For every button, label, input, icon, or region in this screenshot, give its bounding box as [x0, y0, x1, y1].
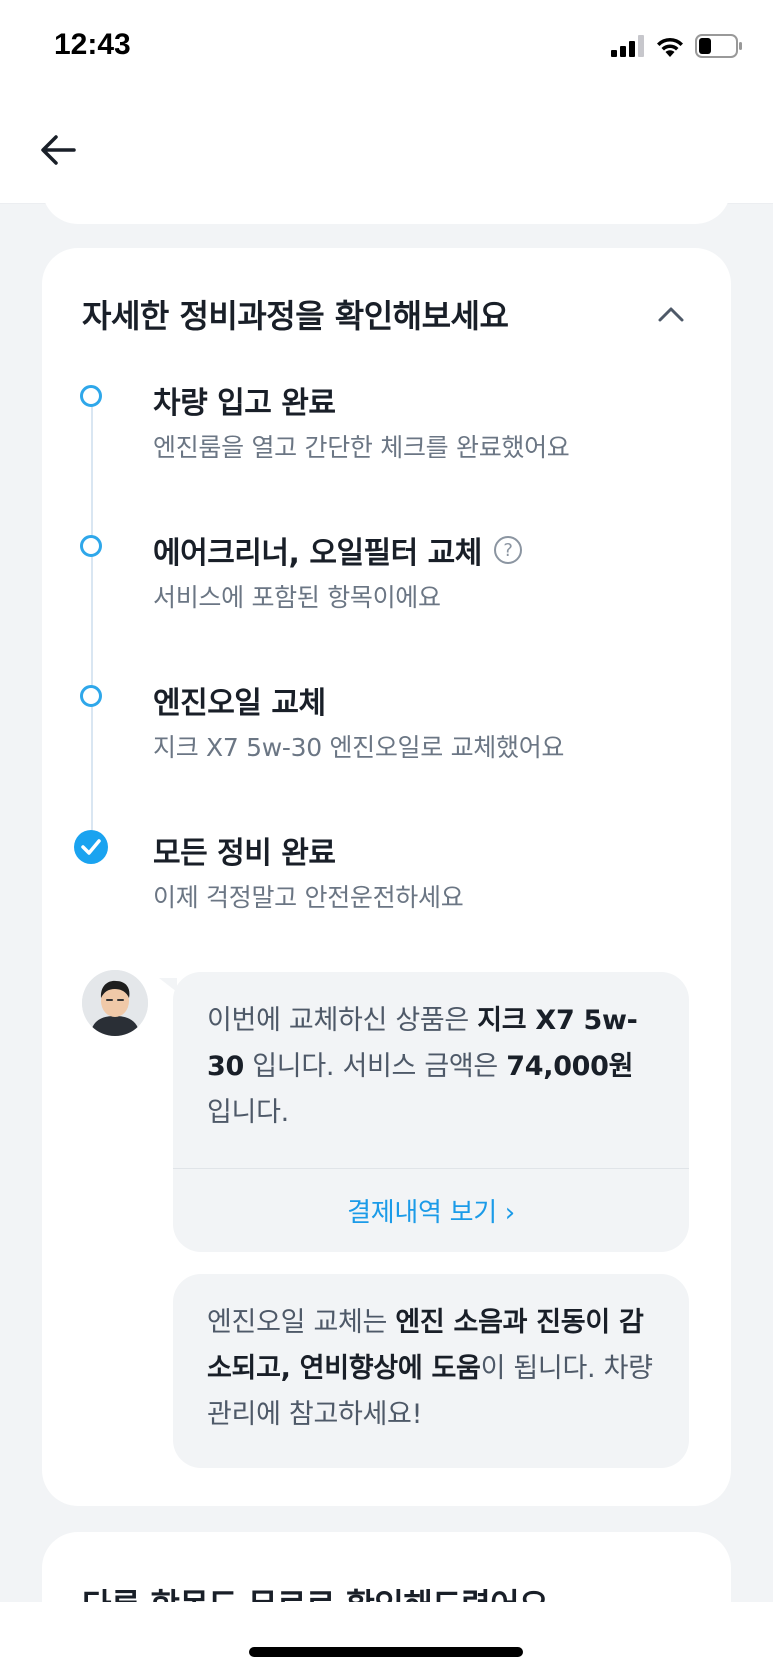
step-description: 엔진룸을 열고 간단한 체크를 완료했어요 [153, 433, 570, 462]
wifi-icon [657, 37, 683, 57]
step-description: 이제 걱정말고 안전운전하세요 [153, 883, 464, 912]
step-dot-icon [80, 535, 102, 557]
status-time: 12:43 [54, 28, 131, 61]
bottom-safe-area [0, 1602, 773, 1674]
chat-bubble-tip: 엔진오일 교체는 엔진 소음과 진동이 감소되고, 연비향상에 도움이 됩니다.… [173, 1274, 689, 1468]
step-dot-icon [80, 385, 102, 407]
bubble-message: 이번에 교체하신 상품은 지크 X7 5w-30 입니다. 서비스 금액은 74… [207, 1005, 638, 1128]
view-payment-history-link[interactable]: 결제내역 보기 › [173, 1168, 689, 1252]
signal-icon [611, 35, 644, 57]
arrow-left-icon [41, 135, 76, 165]
card-title: 자세한 정비과정을 확인해보세요 [82, 297, 509, 335]
mechanic-avatar [82, 970, 148, 1036]
step-description: 서비스에 포함된 항목이에요 [153, 583, 441, 612]
battery-icon [695, 34, 742, 58]
step-dot-icon [80, 685, 102, 707]
previous-card-bottom [42, 170, 731, 224]
home-indicator[interactable] [249, 1647, 523, 1657]
step-title: 모든 정비 완료 [153, 836, 336, 871]
card-header-toggle[interactable]: 자세한 정비과정을 확인해보세요 [82, 290, 691, 338]
status-icons [611, 34, 743, 58]
check-circle-icon [74, 830, 108, 864]
bubble-message: 엔진오일 교체는 엔진 소음과 진동이 감소되고, 연비향상에 도움이 됩니다.… [207, 1307, 653, 1430]
status-bar: 12:43 [0, 0, 773, 100]
maintenance-process-card: 자세한 정비과정을 확인해보세요 차량 입고 완료 엔진룸을 열고 간단한 체크… [42, 248, 731, 1506]
chat-bubble-price: 이번에 교체하신 상품은 지크 X7 5w-30 입니다. 서비스 금액은 74… [159, 972, 689, 1252]
step-description: 지크 X7 5w-30 엔진오일로 교체했어요 [153, 733, 565, 762]
help-icon[interactable]: ? [493, 536, 522, 564]
back-button[interactable] [34, 126, 82, 174]
step-title: 엔진오일 교체 [153, 686, 326, 721]
step-title: 에어크리너, 오일필터 교체 ? [153, 528, 522, 572]
timeline-line [91, 394, 93, 844]
step-title: 차량 입고 완료 [153, 386, 336, 421]
chevron-up-icon[interactable] [651, 294, 691, 334]
